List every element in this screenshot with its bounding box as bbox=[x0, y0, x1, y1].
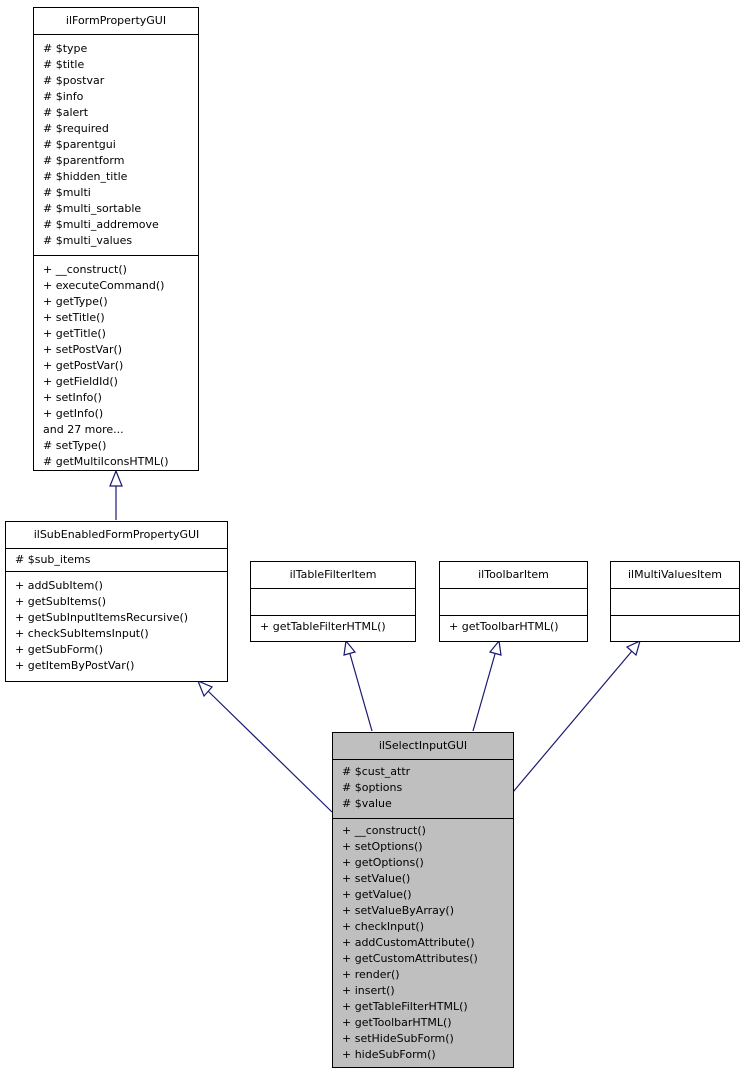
class-attribute: # $cust_attr bbox=[342, 765, 411, 778]
class-method: + __construct() bbox=[43, 263, 127, 276]
class-name: ilToolbarItem bbox=[440, 562, 587, 589]
edge-select-input-to-multi-values bbox=[512, 650, 633, 793]
class-method: + getCustomAttributes() bbox=[342, 952, 478, 965]
class-attribute: # $multi_addremove bbox=[43, 218, 159, 231]
class-box-ilmultivaluesitem[interactable]: ilMultiValuesItem bbox=[610, 561, 740, 642]
methods-section: + addSubItem() + getSubItems() + getSubInp… bbox=[6, 572, 227, 677]
class-box-ilformpropertygui[interactable]: ilFormPropertyGUI # $type # $title # $post… bbox=[33, 7, 199, 471]
class-method: + getSubForm() bbox=[15, 643, 104, 656]
inheritance-arrowhead bbox=[196, 679, 214, 698]
class-method: # getMultiIconsHTML() bbox=[43, 455, 169, 468]
class-name: ilSelectInputGUI bbox=[333, 733, 513, 760]
class-attribute: # $multi bbox=[43, 186, 91, 199]
attributes-section bbox=[251, 589, 415, 616]
class-attribute: # $parentform bbox=[43, 154, 125, 167]
attributes-section bbox=[611, 589, 739, 616]
methods-section: + __construct() + executeCommand() + getTy… bbox=[34, 256, 198, 476]
attributes-section: # $type # $title # $postvar # $info # $alert… bbox=[34, 35, 198, 256]
class-attribute: # $multi_values bbox=[43, 234, 133, 247]
class-box-ilsubenabledformpropertygui[interactable]: ilSubEnabledFormPropertyGUI # $sub_items… bbox=[5, 521, 228, 682]
class-attribute: # $parentgui bbox=[43, 138, 116, 151]
class-method: + getInfo() bbox=[43, 407, 104, 420]
class-method: + __construct() bbox=[342, 824, 426, 837]
class-method: and 27 more... bbox=[43, 423, 124, 436]
class-attribute: # $hidden_title bbox=[43, 170, 128, 183]
class-name: ilMultiValuesItem bbox=[611, 562, 739, 589]
methods-section bbox=[611, 616, 739, 638]
class-method: + getToolbarHTML() bbox=[342, 1016, 452, 1029]
inheritance-arrowhead bbox=[488, 639, 502, 656]
class-method: + setValue() bbox=[342, 872, 411, 885]
edge-select-input-to-sub-enabled bbox=[207, 690, 333, 813]
class-method: + getValue() bbox=[342, 888, 412, 901]
class-attribute: # $multi_sortable bbox=[43, 202, 142, 215]
inheritance-arrowhead bbox=[625, 639, 641, 657]
class-method: + setValueByArray() bbox=[342, 904, 454, 917]
class-box-iltablefilteritem[interactable]: ilTableFilterItem + getTableFilterHTML() bbox=[250, 561, 416, 642]
attributes-section: # $sub_items bbox=[6, 549, 227, 572]
class-method: + getType() bbox=[43, 295, 108, 308]
edge-select-input-to-toolbar-item bbox=[472, 653, 496, 732]
class-name: ilFormPropertyGUI bbox=[34, 8, 198, 35]
class-attribute: # $postvar bbox=[43, 74, 105, 87]
class-method: + getToolbarHTML() bbox=[449, 620, 559, 633]
class-method: + getOptions() bbox=[342, 856, 424, 869]
class-method: + setHideSubForm() bbox=[342, 1032, 454, 1045]
class-method: + insert() bbox=[342, 984, 395, 997]
class-name: ilSubEnabledFormPropertyGUI bbox=[6, 522, 227, 549]
class-method: + getTableFilterHTML() bbox=[342, 1000, 468, 1013]
class-attribute: # $required bbox=[43, 122, 109, 135]
class-attribute: # $type bbox=[43, 42, 88, 55]
class-method: # setType() bbox=[43, 439, 107, 452]
methods-section: + __construct() + setOptions() + getOption… bbox=[333, 819, 513, 1066]
class-attribute: # $sub_items bbox=[15, 553, 91, 566]
class-method: + checkSubItemsInput() bbox=[15, 627, 149, 640]
class-method: + hideSubForm() bbox=[342, 1048, 436, 1061]
class-method: + getTableFilterHTML() bbox=[260, 620, 386, 633]
attributes-section bbox=[440, 589, 587, 616]
class-attribute: # $options bbox=[342, 781, 403, 794]
class-method: + addSubItem() bbox=[15, 579, 103, 592]
attributes-section: # $cust_attr # $options # $value bbox=[333, 760, 513, 819]
class-method: + getItemByPostVar() bbox=[15, 659, 135, 672]
class-box-iltoolbaritem[interactable]: ilToolbarItem + getToolbarHTML() bbox=[439, 561, 588, 642]
class-method: + render() bbox=[342, 968, 400, 981]
class-method: + checkInput() bbox=[342, 920, 424, 933]
methods-section: + getTableFilterHTML() bbox=[251, 616, 415, 638]
edge-select-input-to-table-filter bbox=[349, 653, 373, 732]
inheritance-arrowhead bbox=[343, 639, 357, 656]
class-method: + setPostVar() bbox=[43, 343, 123, 356]
class-attribute: # $title bbox=[43, 58, 85, 71]
class-attribute: # $value bbox=[342, 797, 392, 810]
class-method: + getSubItems() bbox=[15, 595, 107, 608]
class-method: + getPostVar() bbox=[43, 359, 124, 372]
class-box-ilselectinputgui[interactable]: ilSelectInputGUI # $cust_attr # $options #… bbox=[332, 732, 514, 1068]
class-method: + setTitle() bbox=[43, 311, 105, 324]
class-method: + setOptions() bbox=[342, 840, 423, 853]
class-method: + addCustomAttribute() bbox=[342, 936, 475, 949]
class-method: + getFieldId() bbox=[43, 375, 118, 388]
class-method: + setInfo() bbox=[43, 391, 102, 404]
class-attribute: # $alert bbox=[43, 106, 89, 119]
class-name: ilTableFilterItem bbox=[251, 562, 415, 589]
class-method: + executeCommand() bbox=[43, 279, 165, 292]
class-attribute: # $info bbox=[43, 90, 84, 103]
methods-section: + getToolbarHTML() bbox=[440, 616, 587, 638]
class-method: + getSubInputItemsRecursive() bbox=[15, 611, 189, 624]
class-method: + getTitle() bbox=[43, 327, 106, 340]
